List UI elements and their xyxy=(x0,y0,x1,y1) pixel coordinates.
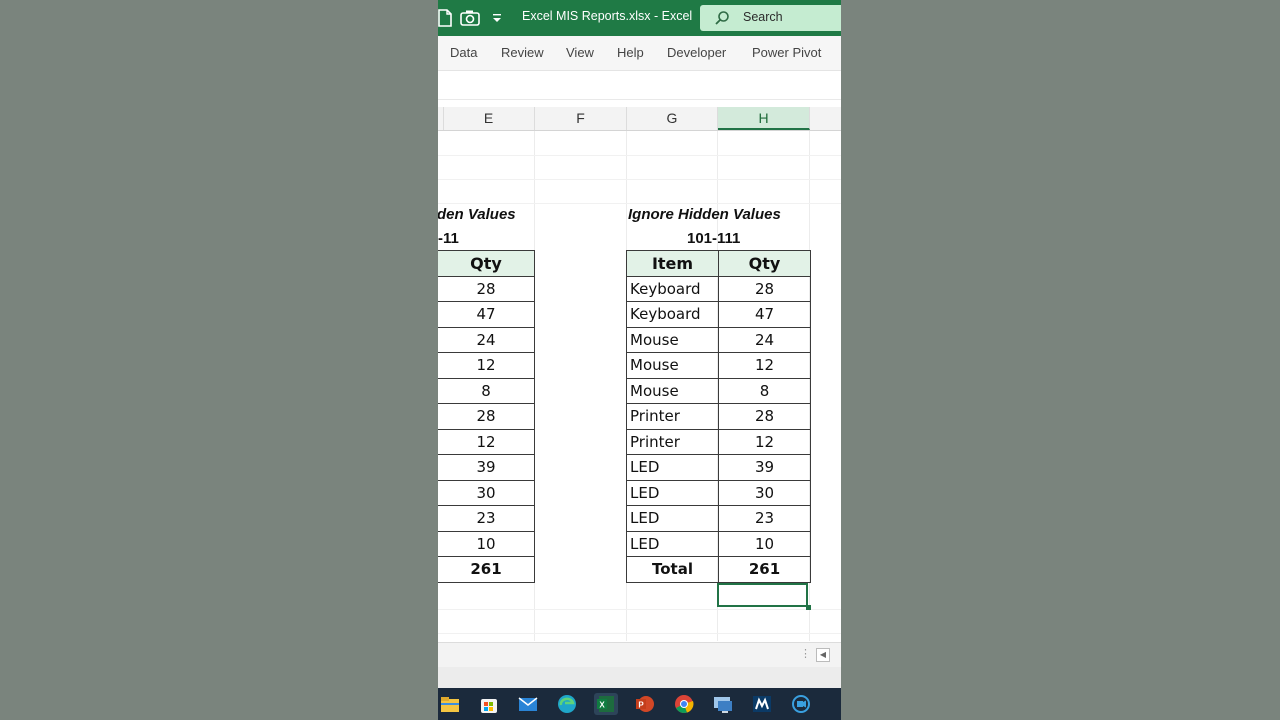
qty-header[interactable]: Qty xyxy=(718,250,811,277)
taskbar: X P xyxy=(438,688,841,720)
search-icon xyxy=(715,11,729,25)
left-table-heading: den Values xyxy=(438,206,516,223)
item-cell[interactable]: LED xyxy=(626,530,719,557)
tab-data[interactable]: Data xyxy=(450,45,477,60)
qty-cell[interactable]: 12 xyxy=(718,352,811,379)
column-header-h[interactable]: H xyxy=(718,107,810,130)
tab-help[interactable]: Help xyxy=(617,45,644,60)
powerpoint-icon[interactable]: P xyxy=(633,693,657,715)
svg-text:P: P xyxy=(638,701,644,710)
qty-cell[interactable]: 12 xyxy=(718,428,811,455)
item-header[interactable]: Item xyxy=(626,250,719,277)
left-table-cell[interactable]: 10 xyxy=(438,530,535,557)
excel-window: Excel MIS Reports.xlsx - Excel Search Da… xyxy=(438,0,841,720)
new-file-icon[interactable] xyxy=(438,9,452,27)
total-label[interactable]: Total xyxy=(626,556,719,583)
left-table: Qty 28 47 24 12 8 28 12 39 30 23 10 261 xyxy=(438,250,535,583)
column-header-g[interactable]: G xyxy=(627,107,718,130)
qty-cell[interactable]: 8 xyxy=(718,377,811,404)
edge-icon[interactable] xyxy=(555,693,579,715)
backdrop-left xyxy=(0,0,438,720)
left-table-cell[interactable]: 39 xyxy=(438,454,535,481)
file-explorer-icon[interactable] xyxy=(438,693,462,715)
grid-line xyxy=(438,155,841,156)
right-table-range: 101-111 xyxy=(687,230,741,247)
right-table: Item Qty Keyboard 28 Keyboard 47 Mouse 24 M… xyxy=(626,250,811,583)
grid-line xyxy=(438,633,841,634)
item-cell[interactable]: Keyboard xyxy=(626,275,719,302)
item-cell[interactable]: Mouse xyxy=(626,326,719,353)
total-value[interactable]: 261 xyxy=(718,556,811,583)
chrome-icon[interactable] xyxy=(672,693,696,715)
item-cell[interactable]: Mouse xyxy=(626,352,719,379)
left-table-cell[interactable]: 47 xyxy=(438,301,535,328)
qty-cell[interactable]: 39 xyxy=(718,454,811,481)
left-table-cell[interactable]: 28 xyxy=(438,403,535,430)
camera-icon[interactable] xyxy=(460,9,480,27)
tab-review[interactable]: Review xyxy=(501,45,544,60)
qty-cell[interactable]: 30 xyxy=(718,479,811,506)
mail-icon[interactable] xyxy=(516,693,540,715)
tab-power-pivot[interactable]: Power Pivot xyxy=(752,45,821,60)
item-cell[interactable]: Printer xyxy=(626,403,719,430)
title-bar: Excel MIS Reports.xlsx - Excel Search xyxy=(438,0,841,36)
qty-cell[interactable]: 10 xyxy=(718,530,811,557)
backdrop-right xyxy=(841,0,1280,720)
window-title: Excel MIS Reports.xlsx - Excel xyxy=(522,9,693,23)
item-cell[interactable]: Printer xyxy=(626,428,719,455)
tab-view[interactable]: View xyxy=(566,45,594,60)
left-table-qty-header[interactable]: Qty xyxy=(438,250,535,277)
left-table-cell[interactable]: 8 xyxy=(438,377,535,404)
svg-text:X: X xyxy=(599,701,605,710)
left-table-cell[interactable]: 30 xyxy=(438,479,535,506)
ribbon-tabs: Data Review View Help Developer Power Pi… xyxy=(438,36,841,71)
status-bar xyxy=(438,667,841,688)
left-table-cell[interactable]: 28 xyxy=(438,275,535,302)
item-cell[interactable]: LED xyxy=(626,454,719,481)
microsoft-store-icon[interactable] xyxy=(477,693,501,715)
item-cell[interactable]: LED xyxy=(626,479,719,506)
left-table-cell[interactable]: 12 xyxy=(438,428,535,455)
search-box[interactable]: Search xyxy=(700,5,841,31)
left-table-cell[interactable]: 24 xyxy=(438,326,535,353)
qty-cell[interactable]: 23 xyxy=(718,505,811,532)
search-label: Search xyxy=(743,10,783,24)
column-header-e[interactable]: E xyxy=(443,107,535,130)
grid-line xyxy=(438,179,841,180)
item-cell[interactable]: Keyboard xyxy=(626,301,719,328)
item-cell[interactable]: Mouse xyxy=(626,377,719,404)
excel-icon[interactable]: X xyxy=(594,693,618,715)
scroll-left-icon[interactable]: ◀ xyxy=(816,648,830,662)
qty-cell[interactable]: 28 xyxy=(718,403,811,430)
grid-line xyxy=(438,203,841,204)
fill-handle[interactable] xyxy=(806,605,811,610)
screen-recorder-icon[interactable] xyxy=(789,693,813,715)
grid-line xyxy=(438,609,841,610)
more-options-icon[interactable]: ⋮ xyxy=(800,647,811,660)
qty-cell[interactable]: 47 xyxy=(718,301,811,328)
remote-desktop-icon[interactable] xyxy=(711,693,735,715)
worksheet-grid[interactable]: den Values -11 Qty 28 47 24 12 8 28 12 3… xyxy=(438,131,841,641)
left-table-total[interactable]: 261 xyxy=(438,556,535,583)
qty-cell[interactable]: 28 xyxy=(718,275,811,302)
left-table-range: -11 xyxy=(438,230,459,247)
qty-cell[interactable]: 24 xyxy=(718,326,811,353)
formula-bar-area xyxy=(438,71,841,100)
right-table-heading: Ignore Hidden Values xyxy=(628,206,781,223)
item-cell[interactable]: LED xyxy=(626,505,719,532)
column-header-f[interactable]: F xyxy=(535,107,627,130)
active-cell-selection[interactable] xyxy=(717,583,808,607)
app-m-icon[interactable] xyxy=(750,693,774,715)
customize-toolbar-icon[interactable] xyxy=(491,9,503,27)
left-table-cell[interactable]: 23 xyxy=(438,505,535,532)
column-header-row: E F G H xyxy=(438,107,841,131)
left-table-cell[interactable]: 12 xyxy=(438,352,535,379)
sheet-tab-bar: ⋮ ◀ xyxy=(438,642,841,667)
tab-developer[interactable]: Developer xyxy=(667,45,726,60)
